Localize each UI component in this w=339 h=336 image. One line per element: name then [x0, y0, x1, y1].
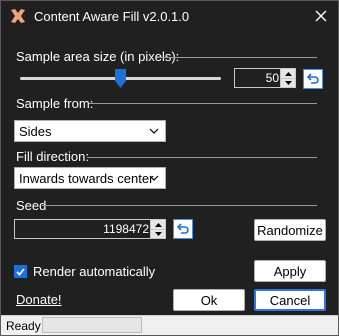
plugin-window: Content Aware Fill v2.0.1.0 Sample area … [0, 0, 339, 336]
content-aware-fill-x-icon [11, 9, 25, 23]
seed-value: 1198472 [103, 222, 149, 236]
sample-area-divider [161, 57, 317, 58]
chevron-down-icon [149, 175, 159, 181]
fill-direction-divider [87, 157, 317, 158]
close-icon[interactable] [312, 7, 330, 25]
seed-divider [42, 205, 317, 206]
status-text: Ready [6, 319, 41, 333]
sample-from-divider [89, 103, 317, 104]
sample-area-slider-thumb[interactable] [115, 69, 126, 88]
status-progress-bar [42, 317, 142, 333]
title-bar[interactable]: Content Aware Fill v2.0.1.0 [1, 1, 338, 31]
window-title: Content Aware Fill v2.0.1.0 [34, 9, 190, 24]
sample-from-label: Sample from: [16, 96, 94, 111]
reset-arrow-icon [176, 223, 189, 234]
chevron-down-icon [149, 128, 159, 134]
reset-arrow-icon [306, 73, 319, 84]
spin-down-icon[interactable] [151, 229, 165, 238]
cancel-button[interactable]: Cancel [254, 289, 326, 311]
seed-input[interactable]: 1198472 [14, 219, 166, 239]
sample-area-size-value: 50 [265, 71, 279, 85]
donate-link[interactable]: Donate! [16, 292, 62, 307]
reset-sample-area-button[interactable] [303, 69, 323, 89]
spin-down-icon[interactable] [281, 78, 295, 87]
render-automatically-checkbox[interactable] [14, 265, 27, 278]
sample-from-dropdown[interactable]: Sides [14, 120, 166, 142]
status-bar: Ready [1, 315, 338, 335]
sample-from-selected: Sides [19, 124, 52, 139]
fill-direction-label: Fill direction: [16, 149, 89, 164]
ok-button[interactable]: Ok [173, 289, 245, 311]
fill-direction-dropdown[interactable]: Inwards towards center [14, 167, 166, 189]
sample-area-spinner[interactable] [280, 69, 295, 87]
render-automatically-label[interactable]: Render automatically [33, 264, 155, 279]
sample-area-size-input[interactable]: 50 [234, 68, 296, 88]
checkmark-icon [16, 267, 25, 276]
reset-seed-button[interactable] [173, 219, 193, 239]
apply-button[interactable]: Apply [254, 260, 326, 282]
sample-area-label: Sample area size (in pixels): [16, 49, 180, 64]
fill-direction-selected: Inwards towards center [19, 171, 154, 186]
seed-spinner[interactable] [150, 220, 165, 238]
randomize-button[interactable]: Randomize [254, 219, 326, 241]
